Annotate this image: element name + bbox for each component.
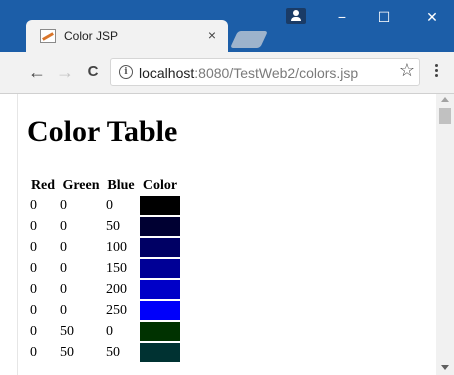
red-value: 0 bbox=[30, 239, 37, 255]
table-row: 0 0 0 bbox=[29, 196, 181, 215]
color-swatch bbox=[140, 196, 180, 215]
table-header-row: Red Green Blue Color bbox=[29, 178, 181, 194]
red-value: 0 bbox=[30, 218, 37, 234]
green-value: 0 bbox=[60, 260, 67, 276]
page-favicon-icon bbox=[40, 29, 56, 43]
page-content: Color Table Red Green Blue Color 0 0 0 0 0 50… bbox=[18, 94, 436, 375]
tab-title: Color JSP bbox=[64, 29, 119, 43]
color-swatch bbox=[140, 280, 180, 299]
url-path: :8080/TestWeb2/colors.jsp bbox=[194, 65, 359, 81]
blue-value: 200 bbox=[106, 281, 127, 297]
address-bar[interactable]: i localhost:8080/TestWeb2/colors.jsp ☆ bbox=[110, 58, 420, 86]
browser-toolbar: ← → C i localhost:8080/TestWeb2/colors.j… bbox=[0, 52, 454, 94]
blue-value: 50 bbox=[106, 218, 120, 234]
new-tab-button[interactable] bbox=[230, 31, 268, 48]
color-cell bbox=[139, 259, 181, 278]
red-value: 0 bbox=[30, 323, 37, 339]
vertical-scrollbar[interactable] bbox=[436, 94, 454, 375]
minimize-button[interactable]: − bbox=[330, 6, 354, 28]
color-table: Red Green Blue Color 0 0 0 0 0 50 0 0 100 0 0 150 0 0… bbox=[27, 176, 183, 364]
green-value: 0 bbox=[60, 239, 67, 255]
url-text[interactable]: localhost:8080/TestWeb2/colors.jsp bbox=[139, 65, 358, 81]
color-swatch bbox=[140, 217, 180, 236]
color-cell bbox=[139, 301, 181, 320]
color-swatch bbox=[140, 301, 180, 320]
close-window-button[interactable]: ✕ bbox=[420, 6, 444, 28]
table-row: 0 0 250 bbox=[29, 301, 181, 320]
green-value: 0 bbox=[60, 302, 67, 318]
red-value: 0 bbox=[30, 302, 37, 318]
color-cell bbox=[139, 238, 181, 257]
profile-icon[interactable] bbox=[286, 8, 306, 24]
green-value: 50 bbox=[60, 323, 74, 339]
info-icon[interactable]: i bbox=[119, 65, 133, 79]
scroll-up-arrow-icon[interactable] bbox=[441, 97, 449, 102]
table-row: 0 0 200 bbox=[29, 280, 181, 299]
green-value: 0 bbox=[60, 281, 67, 297]
blue-value: 100 bbox=[106, 239, 127, 255]
blue-value: 0 bbox=[106, 323, 113, 339]
color-swatch bbox=[140, 322, 180, 341]
blue-value: 150 bbox=[106, 260, 127, 276]
header-red: Red bbox=[30, 178, 56, 193]
green-value: 50 bbox=[60, 344, 74, 360]
back-button[interactable]: ← bbox=[26, 61, 48, 83]
table-row: 0 0 50 bbox=[29, 217, 181, 236]
browser-tab[interactable]: Color JSP × bbox=[26, 20, 228, 52]
reload-button[interactable]: C bbox=[82, 61, 104, 83]
color-cell bbox=[139, 196, 181, 215]
page-title: Color Table bbox=[27, 115, 178, 148]
color-cell bbox=[139, 322, 181, 341]
maximize-button[interactable]: ☐ bbox=[372, 6, 396, 28]
green-value: 0 bbox=[60, 197, 67, 213]
red-value: 0 bbox=[30, 260, 37, 276]
red-value: 0 bbox=[30, 281, 37, 297]
bookmark-star-icon[interactable]: ☆ bbox=[399, 60, 415, 81]
scrollbar-thumb[interactable] bbox=[439, 108, 451, 124]
color-cell bbox=[139, 217, 181, 236]
blue-value: 250 bbox=[106, 302, 127, 318]
table-row: 0 0 150 bbox=[29, 259, 181, 278]
color-swatch bbox=[140, 238, 180, 257]
color-cell bbox=[139, 343, 181, 362]
url-host: localhost bbox=[139, 65, 195, 81]
menu-kebab-icon[interactable] bbox=[432, 62, 440, 82]
table-row: 0 50 50 bbox=[29, 343, 181, 362]
tab-close-icon[interactable]: × bbox=[204, 26, 220, 44]
green-value: 0 bbox=[60, 218, 67, 234]
blue-value: 50 bbox=[106, 344, 120, 360]
table-row: 0 0 100 bbox=[29, 238, 181, 257]
forward-button[interactable]: → bbox=[54, 61, 76, 83]
blue-value: 0 bbox=[106, 197, 113, 213]
color-cell bbox=[139, 280, 181, 299]
table-row: 0 50 0 bbox=[29, 322, 181, 341]
red-value: 0 bbox=[30, 344, 37, 360]
header-color: Color bbox=[142, 178, 178, 193]
color-swatch bbox=[140, 259, 180, 278]
red-value: 0 bbox=[30, 197, 37, 213]
scroll-down-arrow-icon[interactable] bbox=[441, 365, 449, 370]
window-left-edge bbox=[0, 94, 18, 375]
header-blue: Blue bbox=[107, 178, 135, 193]
color-swatch bbox=[140, 343, 180, 362]
header-green: Green bbox=[62, 178, 100, 193]
browser-title-bar: Color JSP × − ☐ ✕ bbox=[0, 0, 454, 52]
